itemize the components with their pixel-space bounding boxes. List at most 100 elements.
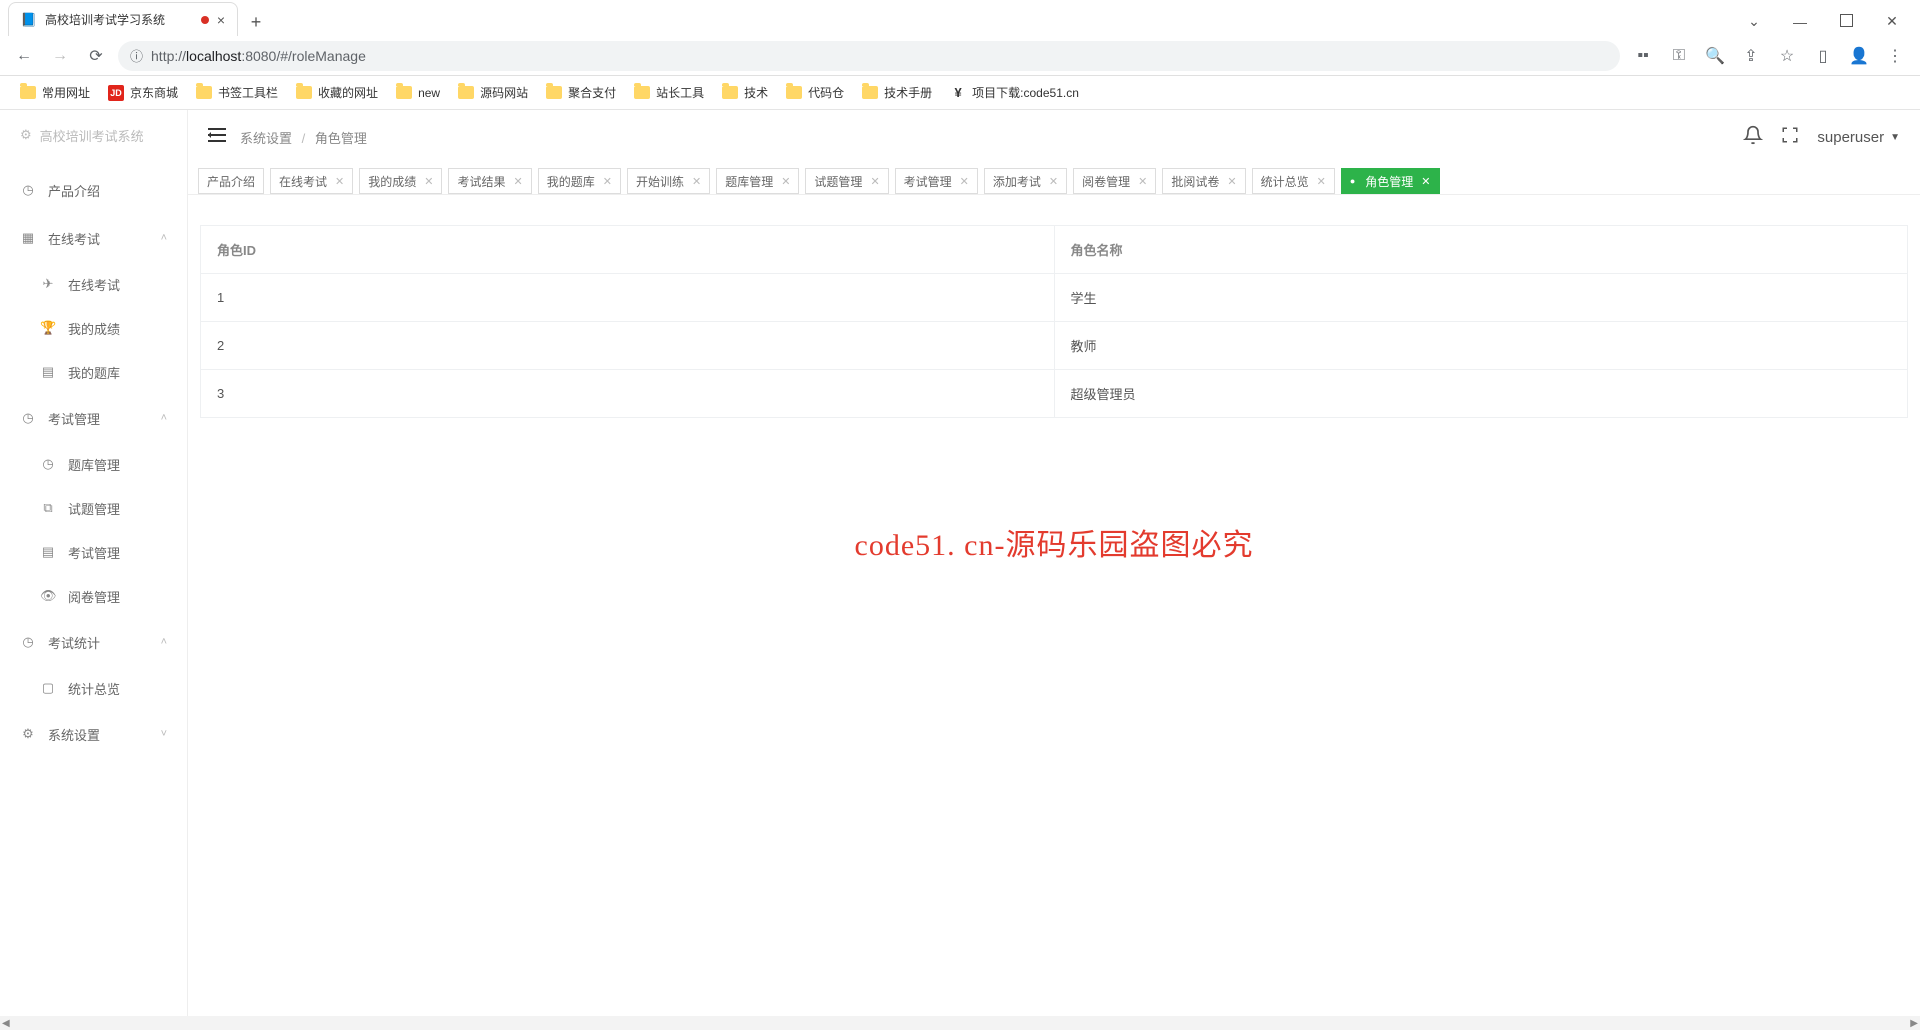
- tab-chip[interactable]: 我的题库 ✕: [538, 168, 621, 194]
- tab-dropdown-icon[interactable]: ⌄: [1740, 13, 1768, 30]
- bookmark-label: 京东商城: [130, 84, 178, 101]
- fullscreen-icon[interactable]: [1781, 126, 1799, 149]
- tab-chip[interactable]: 角色管理✕: [1341, 168, 1440, 194]
- close-tab-icon[interactable]: ✕: [1421, 175, 1430, 188]
- close-tab-icon[interactable]: ✕: [514, 175, 523, 188]
- menu-icon: ▢: [40, 680, 56, 696]
- menu-icon: ▦: [20, 230, 36, 246]
- sidepanel-icon[interactable]: ▯: [1812, 46, 1834, 66]
- bookmark-star-icon[interactable]: ☆: [1776, 46, 1798, 66]
- bookmark-item[interactable]: ¥项目下载:code51.cn: [944, 80, 1085, 105]
- cell-role-name: 超级管理员: [1054, 370, 1908, 418]
- tab-chip[interactable]: 题库管理✕: [716, 168, 799, 194]
- bookmark-item[interactable]: 技术: [716, 80, 774, 105]
- sidebar-subitem[interactable]: ▤我的题库: [20, 350, 187, 394]
- key-icon[interactable]: ⚿: [1668, 47, 1690, 65]
- horizontal-scrollbar[interactable]: ◀ ▶: [0, 1016, 1920, 1030]
- nav-forward-button[interactable]: →: [46, 42, 74, 70]
- close-tab-icon[interactable]: ✕: [1227, 175, 1236, 188]
- close-tab-icon[interactable]: ✕: [960, 175, 969, 188]
- sidebar-item[interactable]: ▦在线考试˄: [0, 214, 187, 262]
- close-tab-icon[interactable]: ✕: [1049, 175, 1058, 188]
- scroll-right-icon[interactable]: ▶: [1910, 1018, 1918, 1029]
- sidebar-subitem[interactable]: ✈在线考试: [20, 262, 187, 306]
- sidebar-item[interactable]: ⚙系统设置˅: [0, 710, 187, 758]
- table-row[interactable]: 1学生: [201, 274, 1908, 322]
- tab-chip[interactable]: 考试结果✕: [448, 168, 531, 194]
- sidebar-item[interactable]: ◷考试统计˄: [0, 618, 187, 666]
- bookmark-item[interactable]: 技术手册: [856, 80, 938, 105]
- nav-back-button[interactable]: ←: [10, 42, 38, 70]
- collapse-sidebar-button[interactable]: [208, 127, 226, 148]
- bookmark-item[interactable]: new: [390, 82, 446, 104]
- bookmark-item[interactable]: 常用网址: [14, 80, 96, 105]
- close-tab-icon[interactable]: ×: [217, 12, 225, 28]
- sidebar-subitem[interactable]: 👁阅卷管理: [20, 574, 187, 618]
- bookmark-item[interactable]: 站长工具: [628, 80, 710, 105]
- sidebar-subitem[interactable]: 🏆我的成绩: [20, 306, 187, 350]
- scroll-left-icon[interactable]: ◀: [2, 1018, 10, 1029]
- close-tab-icon[interactable]: ✕: [335, 175, 344, 188]
- profile-avatar-icon[interactable]: 👤: [1848, 46, 1870, 66]
- bookmark-item[interactable]: 聚合支付: [540, 80, 622, 105]
- close-tab-icon[interactable]: ✕: [1317, 175, 1326, 188]
- sidebar-subitem[interactable]: ◷题库管理: [20, 442, 187, 486]
- scroll-track[interactable]: [12, 1018, 1909, 1028]
- sidebar-subitem-label: 在线考试: [68, 275, 120, 294]
- bookmark-item[interactable]: 书签工具栏: [190, 80, 284, 105]
- tab-chip[interactable]: 我的成绩 ✕: [359, 168, 442, 194]
- window-close-button[interactable]: ✕: [1878, 13, 1906, 30]
- close-tab-icon[interactable]: ✕: [781, 175, 790, 188]
- close-tab-icon[interactable]: ✕: [424, 175, 433, 188]
- bookmark-label: 书签工具栏: [218, 84, 278, 101]
- menu-icon: ⧉: [40, 500, 56, 516]
- sidebar-subitem[interactable]: ▤考试管理: [20, 530, 187, 574]
- sidebar-item[interactable]: ◷考试管理˄: [0, 394, 187, 442]
- bookmarks-bar: 常用网址 JD 京东商城 书签工具栏收藏的网址 new 源码网站聚合支付站长工具技术代码仓…: [0, 76, 1920, 110]
- table-row[interactable]: 2教师: [201, 322, 1908, 370]
- site-icon: ¥: [950, 85, 966, 101]
- role-table: 角色ID 角色名称 1学生2教师3超级管理员: [200, 225, 1908, 418]
- tab-chip[interactable]: 添加考试✕: [984, 168, 1067, 194]
- camera-icon[interactable]: ▪▪: [1632, 47, 1654, 65]
- window-minimize-button[interactable]: —: [1786, 14, 1814, 30]
- sidebar-subitem[interactable]: ▢统计总览: [20, 666, 187, 710]
- kebab-menu-icon[interactable]: ⋮: [1884, 46, 1906, 66]
- tab-chip[interactable]: 阅卷管理✕: [1073, 168, 1156, 194]
- tab-chip[interactable]: 试题管理✕: [805, 168, 888, 194]
- bell-icon[interactable]: [1743, 125, 1763, 150]
- user-menu-toggle[interactable]: superuser ▼: [1817, 129, 1900, 146]
- site-icon: JD: [108, 85, 124, 101]
- close-tab-icon[interactable]: ✕: [1138, 175, 1147, 188]
- window-maximize-button[interactable]: [1832, 14, 1860, 30]
- tab-chip[interactable]: 在线考试✕: [270, 168, 353, 194]
- tab-label: 我的题库: [547, 173, 595, 190]
- address-bar[interactable]: ⓘ http://localhost:8080/#/roleManage: [118, 41, 1620, 71]
- tab-label: 我的成绩: [368, 173, 416, 190]
- new-tab-button[interactable]: +: [242, 8, 270, 36]
- cell-role-id: 2: [201, 322, 1055, 370]
- share-icon[interactable]: ⇪: [1740, 46, 1762, 66]
- toolbar-right: ▪▪ ⚿ 🔍 ⇪ ☆ ▯ 👤 ⋮: [1628, 46, 1910, 66]
- sidebar-subitem[interactable]: ⧉试题管理: [20, 486, 187, 530]
- site-info-icon[interactable]: ⓘ: [130, 46, 143, 65]
- bookmark-item[interactable]: 收藏的网址: [290, 80, 384, 105]
- tab-chip[interactable]: 考试管理✕: [895, 168, 978, 194]
- tab-chip[interactable]: 统计总览✕: [1252, 168, 1335, 194]
- zoom-icon[interactable]: 🔍: [1704, 46, 1726, 66]
- close-tab-icon[interactable]: ✕: [870, 175, 879, 188]
- tab-chip[interactable]: 产品介绍: [198, 168, 264, 194]
- bookmark-item[interactable]: 源码网站: [452, 80, 534, 105]
- nav-reload-button[interactable]: ⟳: [82, 42, 110, 70]
- sidebar-item[interactable]: ◷产品介绍: [0, 166, 187, 214]
- tab-chip[interactable]: 批阅试卷✕: [1162, 168, 1245, 194]
- table-row[interactable]: 3超级管理员: [201, 370, 1908, 418]
- close-tab-icon[interactable]: ✕: [692, 175, 701, 188]
- bookmark-item[interactable]: JD 京东商城: [102, 80, 184, 105]
- cell-role-id: 1: [201, 274, 1055, 322]
- close-tab-icon[interactable]: ✕: [603, 175, 612, 188]
- tab-chip[interactable]: 开始训练✕: [627, 168, 710, 194]
- browser-tab-active[interactable]: 📘 高校培训考试学习系统 ×: [8, 2, 238, 36]
- breadcrumb-parent[interactable]: 系统设置: [240, 131, 292, 146]
- bookmark-item[interactable]: 代码仓: [780, 80, 850, 105]
